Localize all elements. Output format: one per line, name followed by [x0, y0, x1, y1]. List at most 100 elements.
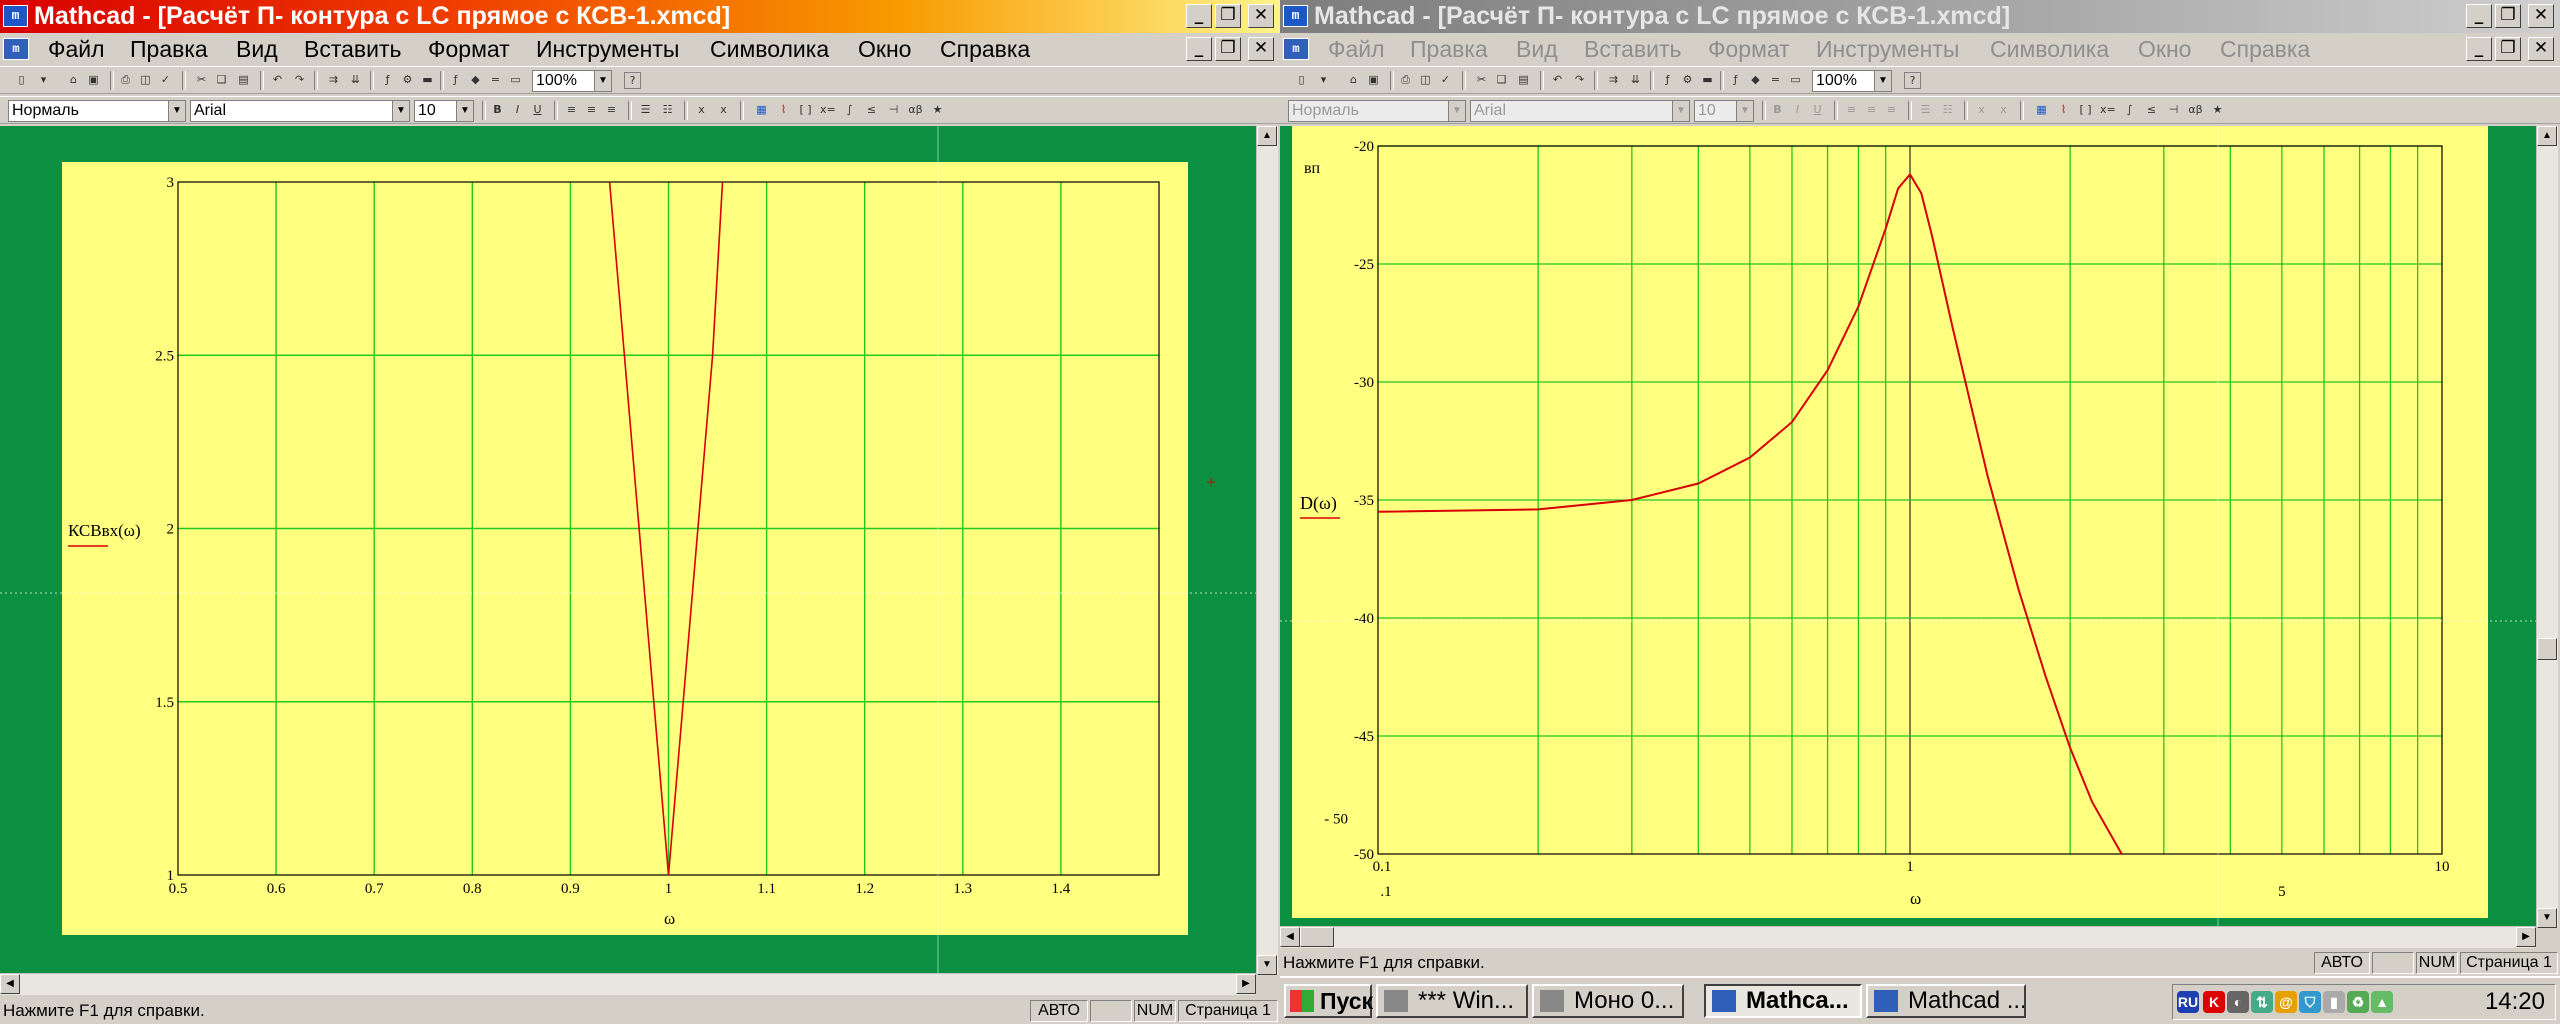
scroll-down-button[interactable]: ▼ [1257, 955, 1277, 975]
redo-icon[interactable]: ↷ [1572, 72, 1587, 87]
programming-icon[interactable]: ⊣ [886, 102, 901, 117]
preview-icon[interactable]: ◫ [138, 72, 153, 87]
doc-close-button[interactable]: ✕ [2528, 37, 2554, 61]
doc-restore-button[interactable]: ❐ [1215, 37, 1241, 61]
subscript-icon[interactable]: x [1974, 102, 1989, 117]
title-bar[interactable]: m Mathcad - [Расчёт П- контура с LC прям… [0, 0, 1280, 33]
paste-icon[interactable]: ▤ [236, 72, 251, 87]
scroll-left-button[interactable]: ◀ [0, 974, 20, 994]
underline-icon[interactable]: U [530, 102, 545, 117]
taskbar-item-win[interactable]: *** Win... [1376, 984, 1528, 1018]
worksheet[interactable]: 0.1 1 10 .1 5 -20 -25 -30 -35 -40 -45 - 50 -50 вп D(… [1280, 126, 2536, 928]
graph-icon[interactable]: ⌇ [2056, 102, 2071, 117]
menu-view[interactable]: Вид [236, 36, 278, 63]
new-icon[interactable]: ▯ [14, 72, 29, 87]
menu-window[interactable]: Окно [2138, 36, 2191, 63]
subscript-icon[interactable]: x [694, 102, 709, 117]
italic-icon[interactable]: I [510, 102, 525, 117]
copy-icon[interactable]: ❏ [1494, 72, 1509, 87]
taskbar-item-mono[interactable]: Моно 0... [1532, 984, 1684, 1018]
menu-insert[interactable]: Вставить [1584, 36, 1682, 63]
close-button[interactable]: ✕ [1248, 4, 1274, 28]
start-button[interactable]: Пуск [1284, 984, 1373, 1018]
align-icon[interactable]: ⇉ [1606, 72, 1621, 87]
spellcheck-icon[interactable]: ✓ [1438, 72, 1453, 87]
vertical-scrollbar[interactable]: ▲ ▼ [2536, 126, 2558, 928]
mathcad-app-icon[interactable]: m [1283, 5, 1308, 27]
bullets-icon[interactable]: ☰ [1918, 102, 1933, 117]
chevron-down-icon[interactable]: ▼ [168, 101, 185, 121]
font-size-select[interactable]: 10 ▼ [414, 100, 474, 122]
calculus-icon[interactable]: ∫ [2122, 102, 2137, 117]
minimize-button[interactable]: _ [2466, 4, 2492, 28]
menu-format[interactable]: Формат [428, 36, 510, 63]
menu-file[interactable]: Файл [1328, 36, 1385, 63]
calculator-icon[interactable]: ▦ [2034, 102, 2049, 117]
bullets-icon[interactable]: ☰ [638, 102, 653, 117]
print-icon[interactable]: ⎙ [118, 72, 133, 87]
bold-icon[interactable]: B [1770, 102, 1785, 117]
style-select[interactable]: Нормаль ▼ [1288, 100, 1466, 122]
evaluation-icon[interactable]: x= [2100, 102, 2116, 117]
mail-icon[interactable]: @ [2275, 991, 2297, 1013]
save-icon[interactable]: ▣ [1366, 72, 1381, 87]
menu-help[interactable]: Справка [940, 36, 1030, 63]
chevron-down-icon[interactable]: ▼ [456, 101, 473, 121]
menu-help[interactable]: Справка [2220, 36, 2310, 63]
menu-symbolics[interactable]: Символика [1990, 36, 2109, 63]
undo-icon[interactable]: ↶ [1550, 72, 1565, 87]
horizontal-scrollbar[interactable]: ◀ ▶ [1280, 926, 2536, 948]
insert-unit-icon[interactable]: ◆ [1748, 72, 1763, 87]
font-select[interactable]: Arial ▼ [1470, 100, 1690, 122]
insert-unit-icon[interactable]: ◆ [468, 72, 483, 87]
evaluation-icon[interactable]: x= [820, 102, 836, 117]
calculate-icon[interactable]: ƒ [380, 72, 395, 87]
zoom-select[interactable]: 100% ▼ [532, 70, 612, 92]
align-right-icon[interactable]: ≡ [604, 102, 619, 117]
document-icon[interactable]: m [3, 38, 29, 60]
network-icon[interactable]: ⇅ [2251, 991, 2273, 1013]
document-icon[interactable]: m [1283, 38, 1309, 60]
numbering-icon[interactable]: ☷ [1940, 102, 1955, 117]
copy-icon[interactable]: ❏ [214, 72, 229, 87]
font-select[interactable]: Arial ▼ [190, 100, 410, 122]
open-folder-icon[interactable]: ⌂ [66, 72, 81, 87]
boolean-icon[interactable]: ≤ [2144, 102, 2159, 117]
calculate-icon[interactable]: ƒ [1660, 72, 1675, 87]
resource-center-icon[interactable]: ▬ [1700, 72, 1715, 87]
open-icon[interactable]: ▾ [1316, 72, 1331, 87]
restore-button[interactable]: ❐ [1215, 4, 1241, 28]
align-center-icon[interactable]: ≡ [584, 102, 599, 117]
menu-edit[interactable]: Правка [130, 36, 208, 63]
scroll-down-button[interactable]: ▼ [2537, 908, 2557, 928]
horizontal-scrollbar[interactable]: ◀ ▶ [0, 973, 1256, 995]
speaker-icon[interactable]: ◐ [2227, 991, 2249, 1013]
align-down-icon[interactable]: ⇊ [1628, 72, 1643, 87]
italic-icon[interactable]: I [1790, 102, 1805, 117]
spellcheck-icon[interactable]: ✓ [158, 72, 173, 87]
mathcad-app-icon[interactable]: m [3, 5, 28, 27]
insert-function-icon[interactable]: ƒ [448, 72, 463, 87]
align-right-icon[interactable]: ≡ [1884, 102, 1899, 117]
greek-icon[interactable]: αβ [2188, 102, 2203, 117]
symbolic-icon[interactable]: ★ [930, 102, 945, 117]
matrix-icon[interactable]: [ ] [798, 102, 813, 117]
resource-icon[interactable]: ⚙ [1680, 72, 1695, 87]
menu-window[interactable]: Окно [858, 36, 911, 63]
bold-icon[interactable]: B [490, 102, 505, 117]
doc-minimize-button[interactable]: _ [2466, 37, 2492, 61]
scroll-thumb[interactable] [2537, 638, 2557, 660]
greek-icon[interactable]: αβ [908, 102, 923, 117]
print-icon[interactable]: ⎙ [1398, 72, 1413, 87]
component-icon[interactable]: ▭ [1788, 72, 1803, 87]
chevron-down-icon[interactable]: ▼ [1672, 101, 1689, 121]
graph-icon[interactable]: ⌇ [776, 102, 791, 117]
calculate-worksheet-icon[interactable]: = [488, 72, 503, 87]
vertical-scrollbar[interactable]: ▲ ▼ [1256, 126, 1278, 975]
align-left-icon[interactable]: ≡ [564, 102, 579, 117]
doc-close-button[interactable]: ✕ [1248, 37, 1274, 61]
scroll-right-button[interactable]: ▶ [2516, 927, 2536, 947]
update-icon[interactable]: ♻ [2347, 991, 2369, 1013]
redo-icon[interactable]: ↷ [292, 72, 307, 87]
align-left-icon[interactable]: ≡ [1844, 102, 1859, 117]
